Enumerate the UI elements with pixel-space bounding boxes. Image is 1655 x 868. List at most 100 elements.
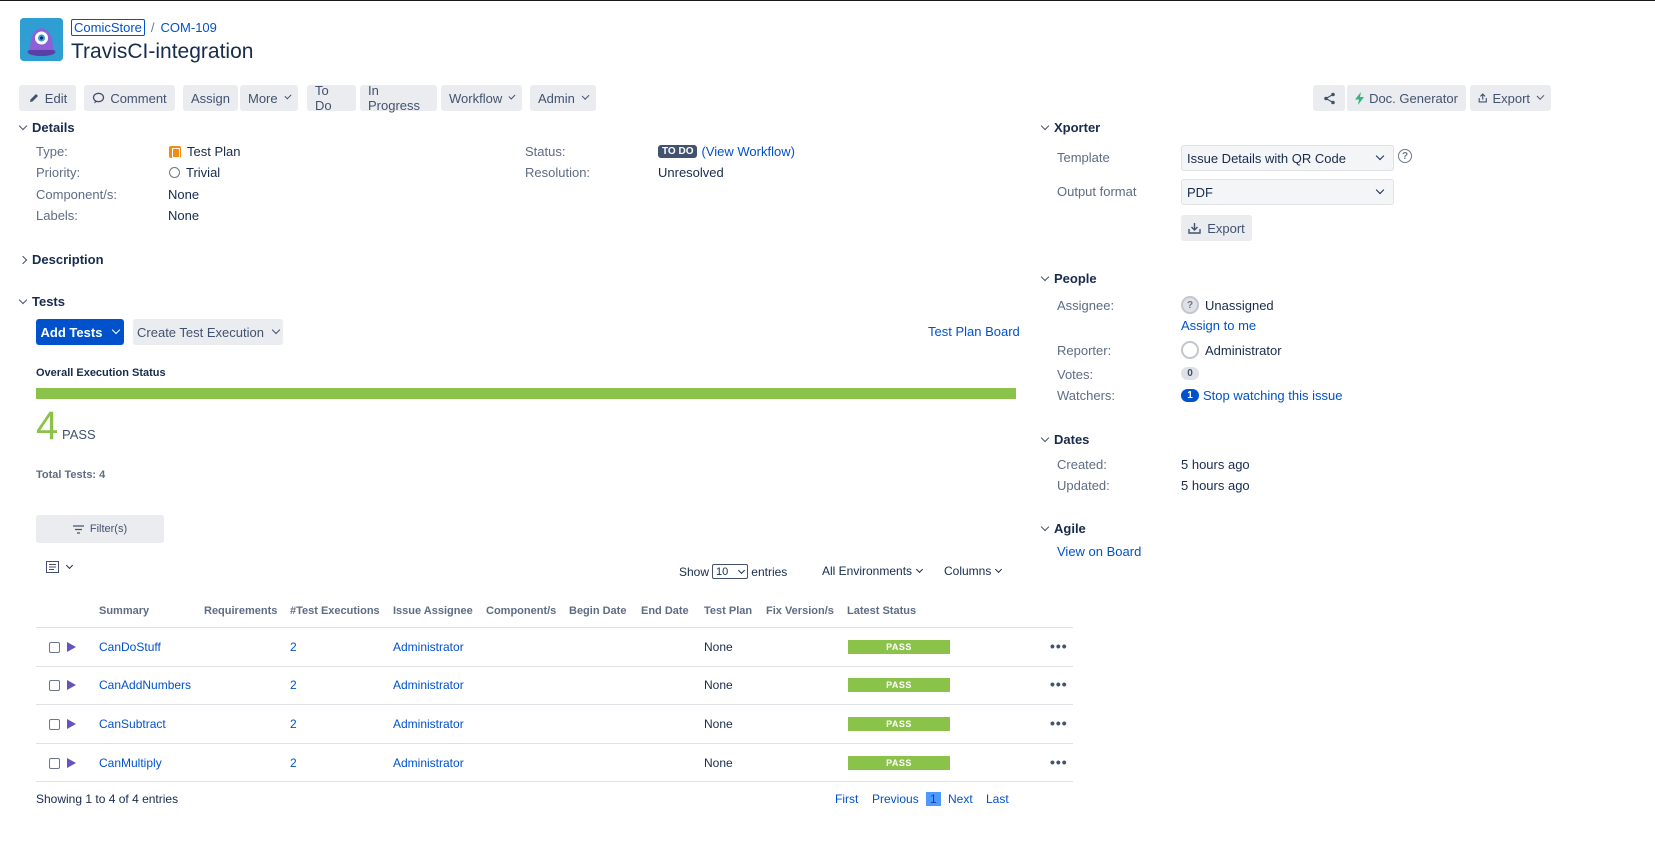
row-checkbox[interactable] <box>49 680 60 691</box>
col-components[interactable]: Component/s <box>486 605 556 617</box>
watchers-count[interactable]: 1 <box>1181 389 1199 402</box>
add-tests-button[interactable]: Add Tests <box>36 319 124 345</box>
assign-to-me-link[interactable]: Assign to me <box>1181 318 1256 333</box>
people-section-toggle[interactable]: People <box>1040 271 1097 286</box>
export-menu-button[interactable]: Export <box>1470 85 1551 111</box>
admin-button[interactable]: Admin <box>530 85 596 111</box>
todo-transition-button[interactable]: To Do <box>307 83 356 113</box>
pager-previous[interactable]: Previous <box>872 792 919 806</box>
assignee-link[interactable]: Administrator <box>393 640 464 654</box>
row-checkbox[interactable] <box>49 758 60 769</box>
row-actions-icon[interactable]: ••• <box>1050 754 1068 770</box>
col-issue-assignee[interactable]: Issue Assignee <box>393 605 473 617</box>
output-format-select[interactable]: PDF <box>1181 179 1394 205</box>
col-requirements[interactable]: Requirements <box>204 605 277 617</box>
agile-section-toggle[interactable]: Agile <box>1040 521 1086 536</box>
columns-label: Columns <box>944 564 992 578</box>
tests-section-toggle[interactable]: Tests <box>18 294 65 309</box>
resolution-label: Resolution: <box>525 165 591 180</box>
assignee-link[interactable]: Administrator <box>393 717 464 731</box>
description-section-toggle[interactable]: Description <box>18 252 104 267</box>
entries-select[interactable]: 10 <box>712 564 749 579</box>
export-icon <box>1478 93 1487 103</box>
col-test-plan[interactable]: Test Plan <box>704 605 752 617</box>
view-on-board-link[interactable]: View on Board <box>1057 544 1141 559</box>
chevron-down-icon <box>508 92 516 100</box>
col-end-date[interactable]: End Date <box>641 605 689 617</box>
chevron-down-icon <box>1040 272 1050 282</box>
assign-button[interactable]: Assign <box>183 85 238 111</box>
project-avatar[interactable] <box>20 18 63 61</box>
xporter-export-button[interactable]: Export <box>1181 215 1252 241</box>
pager-last[interactable]: Last <box>986 792 1009 806</box>
xporter-heading: Xporter <box>1054 120 1101 135</box>
help-icon[interactable]: ? <box>1398 149 1412 163</box>
col-fix-versions[interactable]: Fix Version/s <box>766 605 834 617</box>
row-checkbox[interactable] <box>49 642 60 653</box>
pass-label: PASS <box>62 427 96 442</box>
environments-dropdown[interactable]: All Environments <box>822 564 924 578</box>
more-button[interactable]: More <box>240 85 298 111</box>
test-plan-board-link[interactable]: Test Plan Board <box>928 324 1020 339</box>
status-pass-badge: PASS <box>848 640 950 654</box>
row-actions-icon[interactable]: ••• <box>1050 715 1068 731</box>
create-test-execution-button[interactable]: Create Test Execution <box>133 319 283 345</box>
test-plan-icon <box>169 145 181 158</box>
col-begin-date[interactable]: Begin Date <box>569 605 626 617</box>
issue-title[interactable]: TravisCI-integration <box>71 40 253 64</box>
test-plan-value: None <box>704 678 733 692</box>
overall-execution-status-label: Overall Execution Status <box>36 367 166 379</box>
pager-page-1[interactable]: 1 <box>926 792 941 806</box>
doc-generator-button[interactable]: Doc. Generator <box>1347 85 1466 111</box>
assignee-link[interactable]: Administrator <box>393 678 464 692</box>
page-size-control: Show 10 entries <box>679 564 787 579</box>
columns-dropdown[interactable]: Columns <box>944 564 1003 578</box>
description-heading: Description <box>32 252 104 267</box>
type-label: Type: <box>36 144 68 159</box>
stop-watching-link[interactable]: Stop watching this issue <box>1203 388 1342 403</box>
dates-section-toggle[interactable]: Dates <box>1040 432 1089 447</box>
test-executions-link[interactable]: 2 <box>290 756 297 770</box>
chevron-down-icon <box>581 92 590 100</box>
test-summary-link[interactable]: CanSubtract <box>99 717 166 731</box>
test-summary-link[interactable]: CanMultiply <box>99 756 162 770</box>
view-workflow-link[interactable]: (View Workflow) <box>701 144 794 159</box>
test-plan-value: None <box>704 756 733 770</box>
assignee-value: ? Unassigned <box>1181 296 1274 314</box>
votes-count[interactable]: 0 <box>1181 367 1199 380</box>
breadcrumb-issue-key-link[interactable]: COM-109 <box>161 20 217 35</box>
workflow-button[interactable]: Workflow <box>441 85 522 111</box>
reporter-text: Administrator <box>1205 342 1282 358</box>
updated-value: 5 hours ago <box>1181 478 1250 493</box>
lightning-icon <box>1355 91 1365 105</box>
breadcrumb-project-link[interactable]: ComicStore <box>71 19 145 36</box>
col-latest-status[interactable]: Latest Status <box>847 605 916 617</box>
comment-button[interactable]: Comment <box>84 85 175 111</box>
reporter-label: Reporter: <box>1057 343 1112 358</box>
share-button[interactable] <box>1313 85 1345 111</box>
col-summary[interactable]: Summary <box>99 605 149 617</box>
pager-first[interactable]: First <box>835 792 858 806</box>
details-section-toggle[interactable]: Details <box>18 120 75 135</box>
test-executions-link[interactable]: 2 <box>290 678 297 692</box>
test-summary-link[interactable]: CanAddNumbers <box>99 678 191 692</box>
row-checkbox[interactable] <box>49 719 60 730</box>
environments-label: All Environments <box>822 564 913 578</box>
output-format-value: PDF <box>1187 184 1213 200</box>
in-progress-transition-button[interactable]: In Progress <box>360 83 437 113</box>
test-executions-link[interactable]: 2 <box>290 640 297 654</box>
pager-next[interactable]: Next <box>948 792 973 806</box>
chevron-down-icon <box>995 565 1003 573</box>
column-view-toggle[interactable] <box>46 561 74 574</box>
comment-label: Comment <box>110 90 167 106</box>
row-actions-icon[interactable]: ••• <box>1050 638 1068 654</box>
col-test-executions[interactable]: #Test Executions <box>290 605 380 617</box>
row-actions-icon[interactable]: ••• <box>1050 676 1068 692</box>
xporter-section-toggle[interactable]: Xporter <box>1040 120 1101 135</box>
template-select[interactable]: Issue Details with QR Code <box>1181 145 1394 171</box>
assignee-link[interactable]: Administrator <box>393 756 464 770</box>
filters-button[interactable]: Filter(s) <box>36 515 164 543</box>
test-summary-link[interactable]: CanDoStuff <box>99 640 161 654</box>
test-executions-link[interactable]: 2 <box>290 717 297 731</box>
edit-button[interactable]: Edit <box>19 85 76 111</box>
